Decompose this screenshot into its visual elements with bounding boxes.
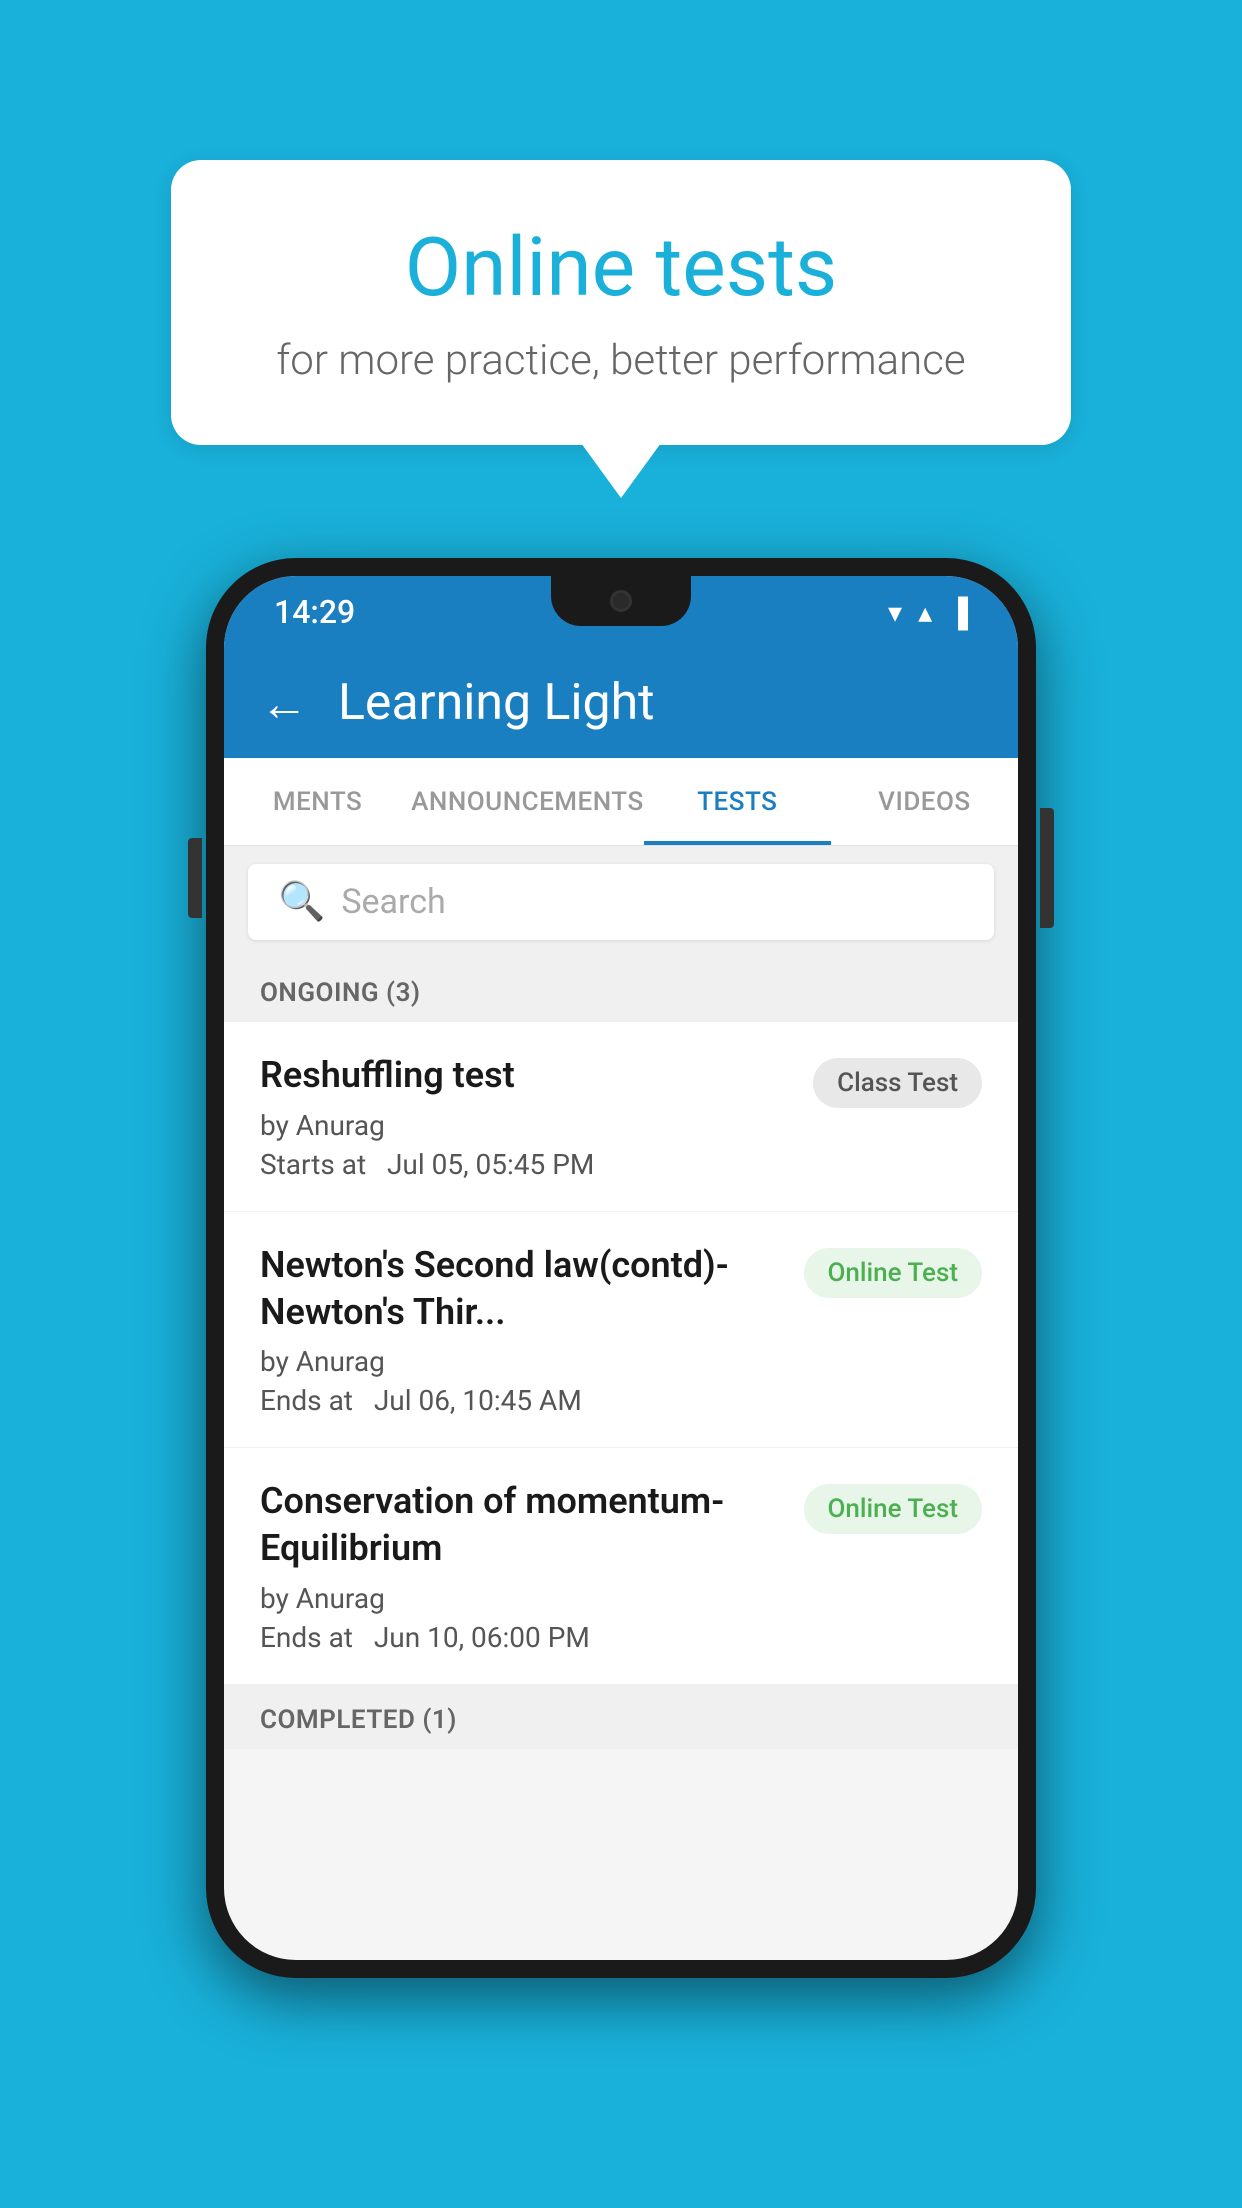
test-name: Conservation of momentum-Equilibrium [260,1478,784,1572]
tabs-bar: MENTS ANNOUNCEMENTS TESTS VIDEOS [224,758,1018,846]
phone-mockup: 14:29 ▾ ▴ ▐ ← Learning Light MENTS ANNOU… [206,558,1036,1978]
notch [551,576,691,626]
search-placeholder: Search [341,882,445,922]
test-item[interactable]: Conservation of momentum-Equilibrium by … [224,1448,1018,1685]
test-item[interactable]: Reshuffling test by Anurag Starts at Jul… [224,1022,1018,1212]
promo-bubble: Online tests for more practice, better p… [171,160,1071,498]
camera [610,590,632,612]
signal-icon: ▴ [918,596,932,629]
wifi-icon: ▾ [888,596,902,629]
search-input[interactable]: 🔍 Search [248,864,994,940]
test-badge-online: Online Test [804,1484,983,1534]
app-bar: ← Learning Light [224,648,1018,758]
tab-videos[interactable]: VIDEOS [831,758,1018,845]
status-icons: ▾ ▴ ▐ [888,596,968,629]
bubble-tail [581,443,661,498]
test-time: Ends at Jul 06, 10:45 AM [260,1384,784,1417]
bubble-title: Online tests [251,220,991,316]
completed-section-header: COMPLETED (1) [224,1685,1018,1749]
test-time-label: Ends at [260,1621,353,1654]
test-badge-class: Class Test [813,1058,982,1108]
test-time: Ends at Jun 10, 06:00 PM [260,1621,784,1654]
test-time: Starts at Jul 05, 05:45 PM [260,1148,793,1181]
tab-tests[interactable]: TESTS [644,758,831,845]
search-icon: 🔍 [278,880,325,924]
test-name: Reshuffling test [260,1052,793,1099]
content-area: ONGOING (3) Reshuffling test by Anurag S… [224,958,1018,1749]
bubble-subtitle: for more practice, better performance [251,336,991,385]
test-author: by Anurag [260,1109,793,1142]
tab-ments[interactable]: MENTS [224,758,411,845]
test-item-info: Conservation of momentum-Equilibrium by … [260,1478,784,1654]
phone-screen: 14:29 ▾ ▴ ▐ ← Learning Light MENTS ANNOU… [224,576,1018,1960]
battery-icon: ▐ [948,596,968,629]
test-time-label: Ends at [260,1384,353,1417]
test-item[interactable]: Newton's Second law(contd)-Newton's Thir… [224,1212,1018,1449]
back-button[interactable]: ← [260,675,308,732]
phone-outer-frame: 14:29 ▾ ▴ ▐ ← Learning Light MENTS ANNOU… [206,558,1036,1978]
ongoing-section-header: ONGOING (3) [224,958,1018,1022]
test-time-value: Jul 06, 10:45 AM [374,1384,582,1417]
tab-announcements[interactable]: ANNOUNCEMENTS [411,758,644,845]
status-time: 14:29 [274,593,355,631]
status-bar: 14:29 ▾ ▴ ▐ [224,576,1018,648]
test-author: by Anurag [260,1582,784,1615]
test-badge-online: Online Test [804,1248,983,1298]
test-item-info: Newton's Second law(contd)-Newton's Thir… [260,1242,784,1418]
app-title: Learning Light [338,674,655,732]
test-item-info: Reshuffling test by Anurag Starts at Jul… [260,1052,793,1181]
speech-bubble: Online tests for more practice, better p… [171,160,1071,445]
search-bar: 🔍 Search [224,846,1018,958]
test-author: by Anurag [260,1345,784,1378]
test-time-label: Starts at [260,1148,366,1181]
test-time-value: Jul 05, 05:45 PM [387,1148,594,1181]
test-name: Newton's Second law(contd)-Newton's Thir… [260,1242,784,1336]
test-time-value: Jun 10, 06:00 PM [374,1621,590,1654]
